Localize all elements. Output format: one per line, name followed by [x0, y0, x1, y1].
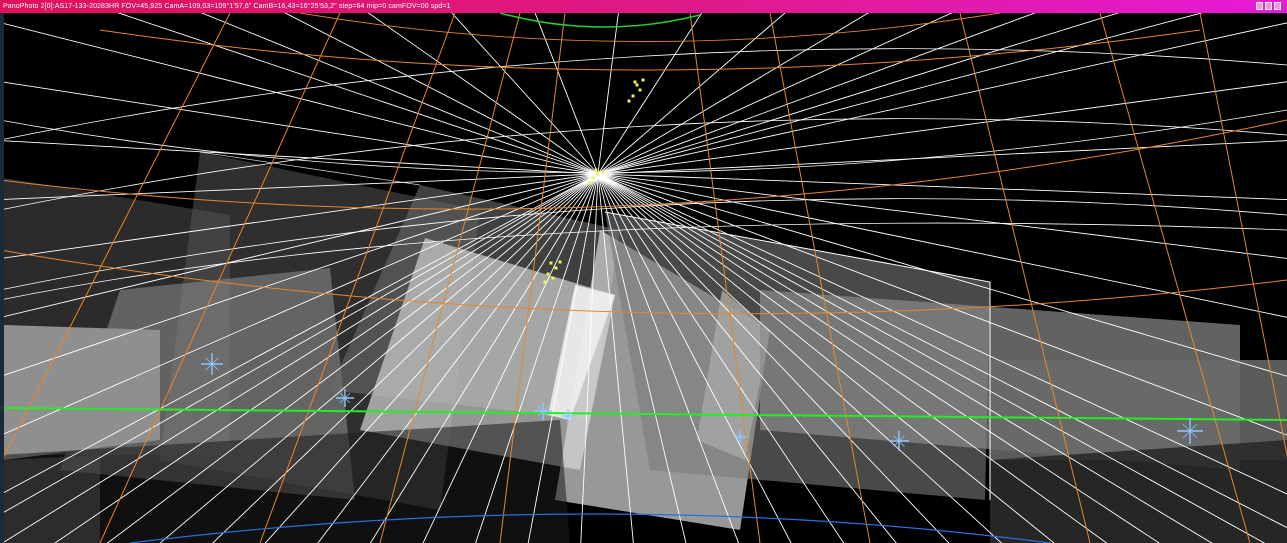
- window-titlebar[interactable]: PanoPhoto 2[0]:AS17-133-20283HR FOV=45,9…: [0, 0, 1287, 13]
- close-icon[interactable]: [1274, 2, 1281, 10]
- latitude-line: [0, 109, 1287, 173]
- meridian-line: [597, 13, 786, 175]
- yellow-marker-icon: [594, 168, 598, 172]
- meridian-line: [200, 13, 599, 175]
- left-border: [0, 13, 4, 543]
- window-title: PanoPhoto 2[0]:AS17-133-20283HR FOV=45,9…: [3, 3, 451, 10]
- meridian-line: [0, 140, 599, 175]
- yellow-marker-icon: [627, 99, 631, 103]
- yellow-marker-icon: [638, 88, 642, 92]
- yellow-marker-icon: [635, 83, 639, 87]
- meridian-line: [597, 13, 870, 175]
- meridian-line: [597, 140, 1287, 175]
- yellow-marker-icon: [591, 176, 595, 180]
- meridian-line: [597, 13, 1037, 175]
- panorama-viewport[interactable]: [0, 13, 1287, 543]
- yellow-marker-icon: [549, 261, 553, 265]
- yellow-marker-icon: [558, 260, 562, 264]
- yellow-marker-icon: [546, 272, 550, 276]
- yellow-marker-icon: [641, 78, 645, 82]
- meridian-line: [597, 13, 619, 175]
- maximize-icon[interactable]: [1265, 2, 1272, 10]
- meridian-line: [597, 13, 1120, 175]
- yellow-marker-icon: [543, 280, 547, 284]
- orange-latitude: [99, 29, 1201, 71]
- yellow-marker-icon: [633, 80, 637, 84]
- yellow-marker-icon: [588, 181, 592, 185]
- orange-latitude: [0, 119, 1287, 210]
- orange-latitude: [299, 13, 1001, 42]
- yellow-marker-icon: [554, 266, 558, 270]
- panorama-canvas[interactable]: [0, 13, 1287, 543]
- zenith-arc: [499, 13, 701, 28]
- meridian-line: [284, 13, 599, 175]
- yellow-marker-icon: [601, 170, 605, 174]
- meridian-line: [451, 13, 599, 175]
- yellow-marker-icon: [551, 276, 555, 280]
- yellow-marker-icon: [596, 172, 600, 176]
- meridian-line: [117, 13, 599, 175]
- minimize-icon[interactable]: [1256, 2, 1263, 10]
- meridian-line: [597, 13, 1204, 175]
- yellow-marker-icon: [631, 94, 635, 98]
- meridian-line: [0, 22, 599, 175]
